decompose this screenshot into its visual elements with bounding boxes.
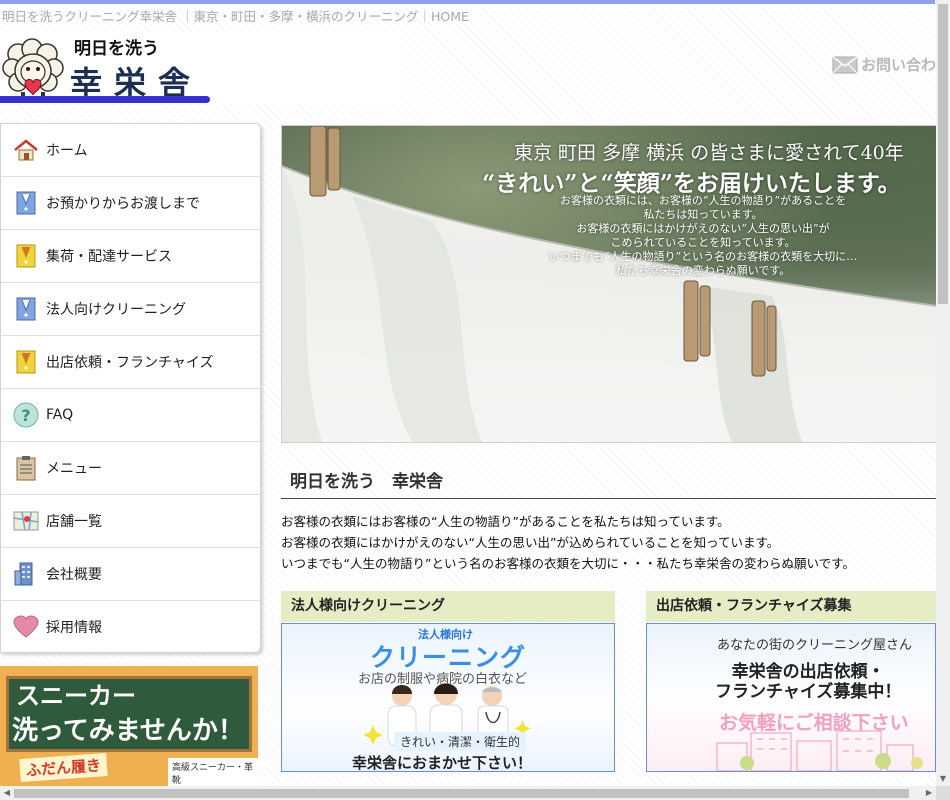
shirt-tag-blue-icon: [13, 190, 39, 216]
top-accent-bar: [0, 0, 935, 4]
sidebar-item-recruit[interactable]: 採用情報: [1, 601, 260, 653]
sidebar-item-flow[interactable]: お預かりからお渡しまで: [1, 177, 260, 230]
sidebar-item-label: ホーム: [46, 143, 88, 159]
section-divider: [281, 498, 936, 499]
intro-line: いつまでも“人生の物語り”という名のお客様の衣類を大切に・・・私たち幸栄舎の変わ…: [281, 556, 855, 571]
site-logo[interactable]: 明日を洗う 幸栄舎: [0, 32, 400, 104]
hero-paragraph: お客様の衣類には、お客様の“人生の物語り”があることを 私たちは知っています。 …: [548, 194, 858, 277]
sidebar-item-label: 出店依頼・フランチャイズ: [46, 355, 214, 371]
hero-subheading: “きれい”と“笑顔”をお届けいたします。: [482, 170, 901, 197]
shirt-tag-yellow-icon: [13, 349, 39, 375]
contact-link[interactable]: お問い合わ: [832, 54, 936, 75]
map-icon: [13, 508, 39, 534]
sidebar-item-label: 法人向けクリーニング: [46, 302, 186, 318]
sidebar-item-company[interactable]: 会社概要: [1, 548, 260, 601]
scroll-down-arrow-icon[interactable]: ▼: [936, 772, 950, 786]
banner-badge: きれい・清潔・衛生的: [394, 732, 527, 751]
section-title: 明日を洗う 幸栄舎: [290, 472, 443, 492]
shirt-tag-blue-icon: [13, 296, 39, 322]
logo-subtitle: 明日を洗う: [74, 39, 159, 59]
sidebar-nav: ホーム お預かりからお渡しまで 集荷・配達サービス 法人向けクリーニング 出店依…: [0, 123, 261, 653]
building-icon: [13, 561, 39, 587]
intro-line: お客様の衣類にはかけがえのない“人生の思い出”が込められていることを知っています…: [281, 535, 780, 550]
sidebar-item-label: 採用情報: [46, 620, 102, 636]
sidebar-item-label: 会社概要: [46, 567, 102, 583]
logo-underline: [0, 96, 210, 103]
banner-tagline: 幸栄舎におまかせ下さい！: [352, 754, 533, 772]
franchise-card-title[interactable]: 出店依頼・フランチャイズ募集: [646, 591, 936, 622]
sheep-mascot-icon: [2, 38, 64, 97]
intro-line: お客様の衣類にはお客様の“人生の物語り”があることを私たちは知っています。: [281, 514, 730, 529]
sidebar-item-stores[interactable]: 店舗一覧: [1, 495, 260, 548]
sidebar-item-label: お預かりからお渡しまで: [46, 196, 200, 212]
question-icon: ?: [13, 402, 39, 428]
sidebar-item-corporate[interactable]: 法人向けクリーニング: [1, 283, 260, 336]
banner-line-3: ふだん履き: [19, 752, 108, 783]
sidebar-item-faq[interactable]: ? FAQ: [1, 389, 260, 442]
heart-icon: [13, 614, 39, 640]
banner-line-4: 高級スニーカー・革靴: [168, 758, 258, 786]
sidebar-item-home[interactable]: ホーム: [1, 124, 260, 177]
banner-caption: あなたの街のクリーニング屋さん: [717, 638, 913, 653]
banner-line-2: 洗ってみませんか！: [12, 716, 244, 746]
scroll-right-arrow-icon[interactable]: ▶: [922, 786, 936, 800]
mail-icon: [832, 55, 858, 73]
banner-line-1: スニーカー: [16, 682, 136, 710]
sneaker-banner[interactable]: スニーカー 洗ってみませんか！ ふだん履き 高級スニーカー・革靴: [0, 666, 258, 786]
town-illustration: [716, 730, 923, 771]
sidebar-item-franchise[interactable]: 出店依頼・フランチャイズ: [1, 336, 260, 389]
horizontal-scroll-thumb[interactable]: [14, 789, 909, 798]
vertical-scroll-thumb[interactable]: [938, 4, 948, 304]
svg-text:?: ?: [21, 406, 30, 425]
hero-heading: 東京 町田 多摩 横浜 の皆さまに愛されて40年: [514, 142, 904, 164]
banner-heading: 幸栄舎の出店依頼・ フランチャイズ募集中！: [715, 662, 902, 702]
shirt-tag-yellow-icon: [13, 243, 39, 269]
intro-text: お客様の衣類にはお客様の“人生の物語り”があることを私たちは知っています。 お客…: [281, 511, 855, 574]
contact-label: お問い合わ: [861, 56, 937, 74]
hero-image: 東京 町田 多摩 横浜 の皆さまに愛されて40年 “きれい”と“笑顔”をお届けい…: [281, 125, 938, 443]
corporate-card-banner[interactable]: 法人様向け クリーニング お店の制服や病院の白衣など きれい・清潔・衛生的 幸栄…: [281, 623, 615, 772]
sidebar-item-label: メニュー: [46, 461, 102, 477]
scroll-left-arrow-icon[interactable]: ◀: [0, 786, 14, 800]
sidebar-item-label: 店舗一覧: [46, 514, 102, 530]
sidebar-item-label: FAQ: [46, 407, 74, 423]
site-tagline: 明日を洗うクリーニング幸栄舎 ｜東京・町田・多摩・横浜のクリーニング｜HOME: [2, 9, 469, 24]
scrollbar-corner: [936, 786, 950, 800]
franchise-card-banner[interactable]: あなたの街のクリーニング屋さん 幸栄舎の出店依頼・ フランチャイズ募集中！ お気…: [646, 623, 936, 772]
corporate-card-title[interactable]: 法人様向けクリーニング: [281, 591, 615, 622]
clipboard-icon: [13, 455, 39, 481]
sidebar-item-menu[interactable]: メニュー: [1, 442, 260, 495]
sidebar-item-label: 集荷・配達サービス: [46, 249, 172, 265]
house-icon: [13, 137, 39, 163]
sidebar-item-delivery[interactable]: 集荷・配達サービス: [1, 230, 260, 283]
